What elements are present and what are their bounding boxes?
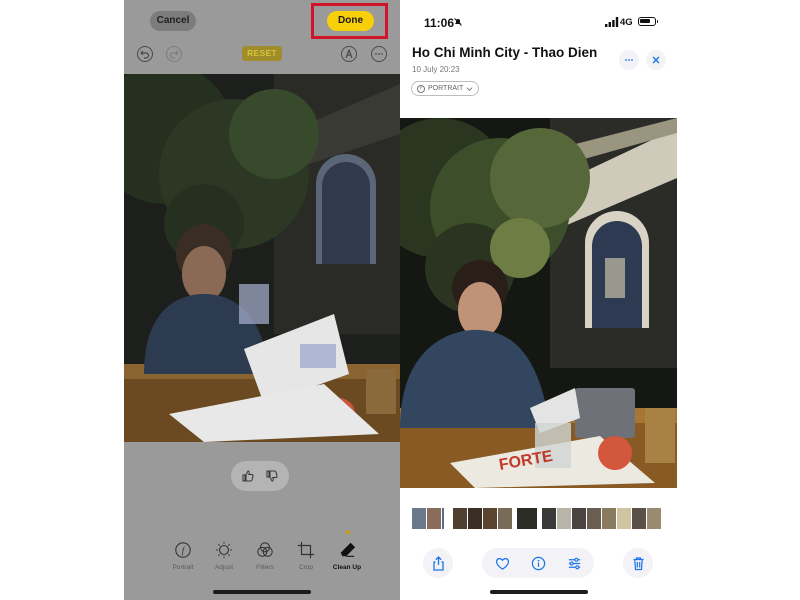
tool-label: Portrait bbox=[172, 564, 194, 571]
filmstrip[interactable] bbox=[412, 508, 667, 529]
thumbnail[interactable] bbox=[442, 508, 450, 529]
comparison-canvas: Cancel Done RESET f Portrait Adjust Filt… bbox=[0, 0, 800, 600]
status-bar: 11:06 4G bbox=[400, 0, 677, 40]
thumbnail[interactable] bbox=[427, 508, 441, 529]
info-button[interactable] bbox=[530, 555, 546, 571]
feedback-pill bbox=[231, 461, 289, 491]
more-icon bbox=[625, 59, 633, 61]
status-time: 11:06 bbox=[424, 16, 455, 30]
signal-icon bbox=[605, 17, 619, 27]
thumbs-down-icon[interactable] bbox=[265, 469, 279, 483]
thumbnail[interactable] bbox=[632, 508, 646, 529]
redo-icon[interactable] bbox=[166, 46, 182, 62]
tool-label: Clean Up bbox=[332, 564, 362, 571]
tool-adjust[interactable]: Adjust bbox=[201, 540, 247, 571]
thumbnail[interactable] bbox=[542, 508, 556, 529]
share-button[interactable] bbox=[423, 548, 453, 578]
portrait-f-icon: f bbox=[173, 540, 193, 560]
portrait-f-icon: f bbox=[417, 84, 425, 93]
bell-muted-icon bbox=[454, 18, 462, 26]
edit-top-bar: Cancel Done RESET bbox=[124, 0, 400, 74]
home-indicator[interactable] bbox=[213, 590, 311, 594]
selected-indicator bbox=[345, 531, 351, 535]
delete-button[interactable] bbox=[623, 548, 653, 578]
more-icon[interactable] bbox=[371, 46, 387, 62]
info-icon bbox=[531, 556, 545, 570]
undo-icon[interactable] bbox=[137, 46, 153, 62]
favorite-button[interactable] bbox=[494, 555, 510, 571]
tool-label: Filters bbox=[256, 564, 274, 571]
adjust-dial-icon bbox=[214, 540, 234, 560]
edit-adjust-button[interactable] bbox=[566, 555, 582, 571]
more-button[interactable] bbox=[619, 50, 639, 70]
thumbnail[interactable] bbox=[647, 508, 661, 529]
tool-label: Adjust bbox=[214, 564, 234, 571]
tool-portrait[interactable]: f Portrait bbox=[160, 540, 206, 571]
thumbnail[interactable] bbox=[587, 508, 601, 529]
thumbnail[interactable] bbox=[468, 508, 482, 529]
photo-title: Ho Chi Minh City - Thao Dien bbox=[412, 45, 598, 60]
done-button[interactable]: Done bbox=[327, 11, 374, 31]
edit-screen: Cancel Done RESET f Portrait Adjust Filt… bbox=[124, 0, 400, 600]
network-label: 4G bbox=[620, 17, 633, 28]
tool-clean-up[interactable]: Clean Up bbox=[324, 531, 370, 571]
share-icon bbox=[432, 555, 444, 571]
markup-icon[interactable] bbox=[341, 46, 357, 62]
filters-icon bbox=[255, 540, 275, 560]
photo-viewer-screen: 11:06 4G Ho Chi Minh City - Thao Dien 10… bbox=[400, 0, 677, 600]
edit-tools-bar: f Portrait Adjust Filters Crop Clean Up bbox=[160, 531, 376, 580]
close-icon bbox=[652, 56, 660, 64]
trash-icon bbox=[633, 556, 643, 570]
tool-label: Crop bbox=[298, 564, 314, 571]
thumbnail[interactable] bbox=[498, 508, 512, 529]
photo-date: 10 July 20:23 bbox=[412, 65, 460, 74]
crop-icon bbox=[296, 540, 316, 560]
thumbnail[interactable] bbox=[572, 508, 586, 529]
bottom-action-bar bbox=[400, 545, 677, 581]
edit-photo[interactable] bbox=[124, 74, 400, 442]
thumbnail-current[interactable] bbox=[517, 508, 537, 529]
tool-filters[interactable]: Filters bbox=[242, 540, 288, 571]
thumbnail[interactable] bbox=[617, 508, 631, 529]
thumbnail[interactable] bbox=[453, 508, 467, 529]
thumbnail[interactable] bbox=[483, 508, 497, 529]
photo-actions-pill bbox=[482, 548, 594, 578]
eraser-icon bbox=[337, 540, 357, 560]
close-button[interactable] bbox=[646, 50, 666, 70]
thumbnail[interactable] bbox=[602, 508, 616, 529]
heart-icon bbox=[495, 557, 509, 570]
chevron-down-icon bbox=[466, 87, 473, 91]
tool-crop[interactable]: Crop bbox=[283, 540, 329, 571]
portrait-label: PORTRAIT bbox=[428, 85, 464, 92]
home-indicator[interactable] bbox=[490, 590, 588, 594]
thumbs-up-icon[interactable] bbox=[241, 469, 255, 483]
adjust-icon bbox=[568, 557, 580, 569]
thumbnail[interactable] bbox=[412, 508, 426, 529]
reset-button[interactable]: RESET bbox=[242, 46, 282, 61]
thumbnail[interactable] bbox=[557, 508, 571, 529]
main-photo[interactable]: FORTE bbox=[400, 118, 677, 488]
cancel-button[interactable]: Cancel bbox=[150, 11, 196, 31]
portrait-badge[interactable]: f PORTRAIT bbox=[411, 81, 480, 96]
battery-icon bbox=[638, 17, 658, 26]
svg-text:f: f bbox=[182, 546, 186, 556]
